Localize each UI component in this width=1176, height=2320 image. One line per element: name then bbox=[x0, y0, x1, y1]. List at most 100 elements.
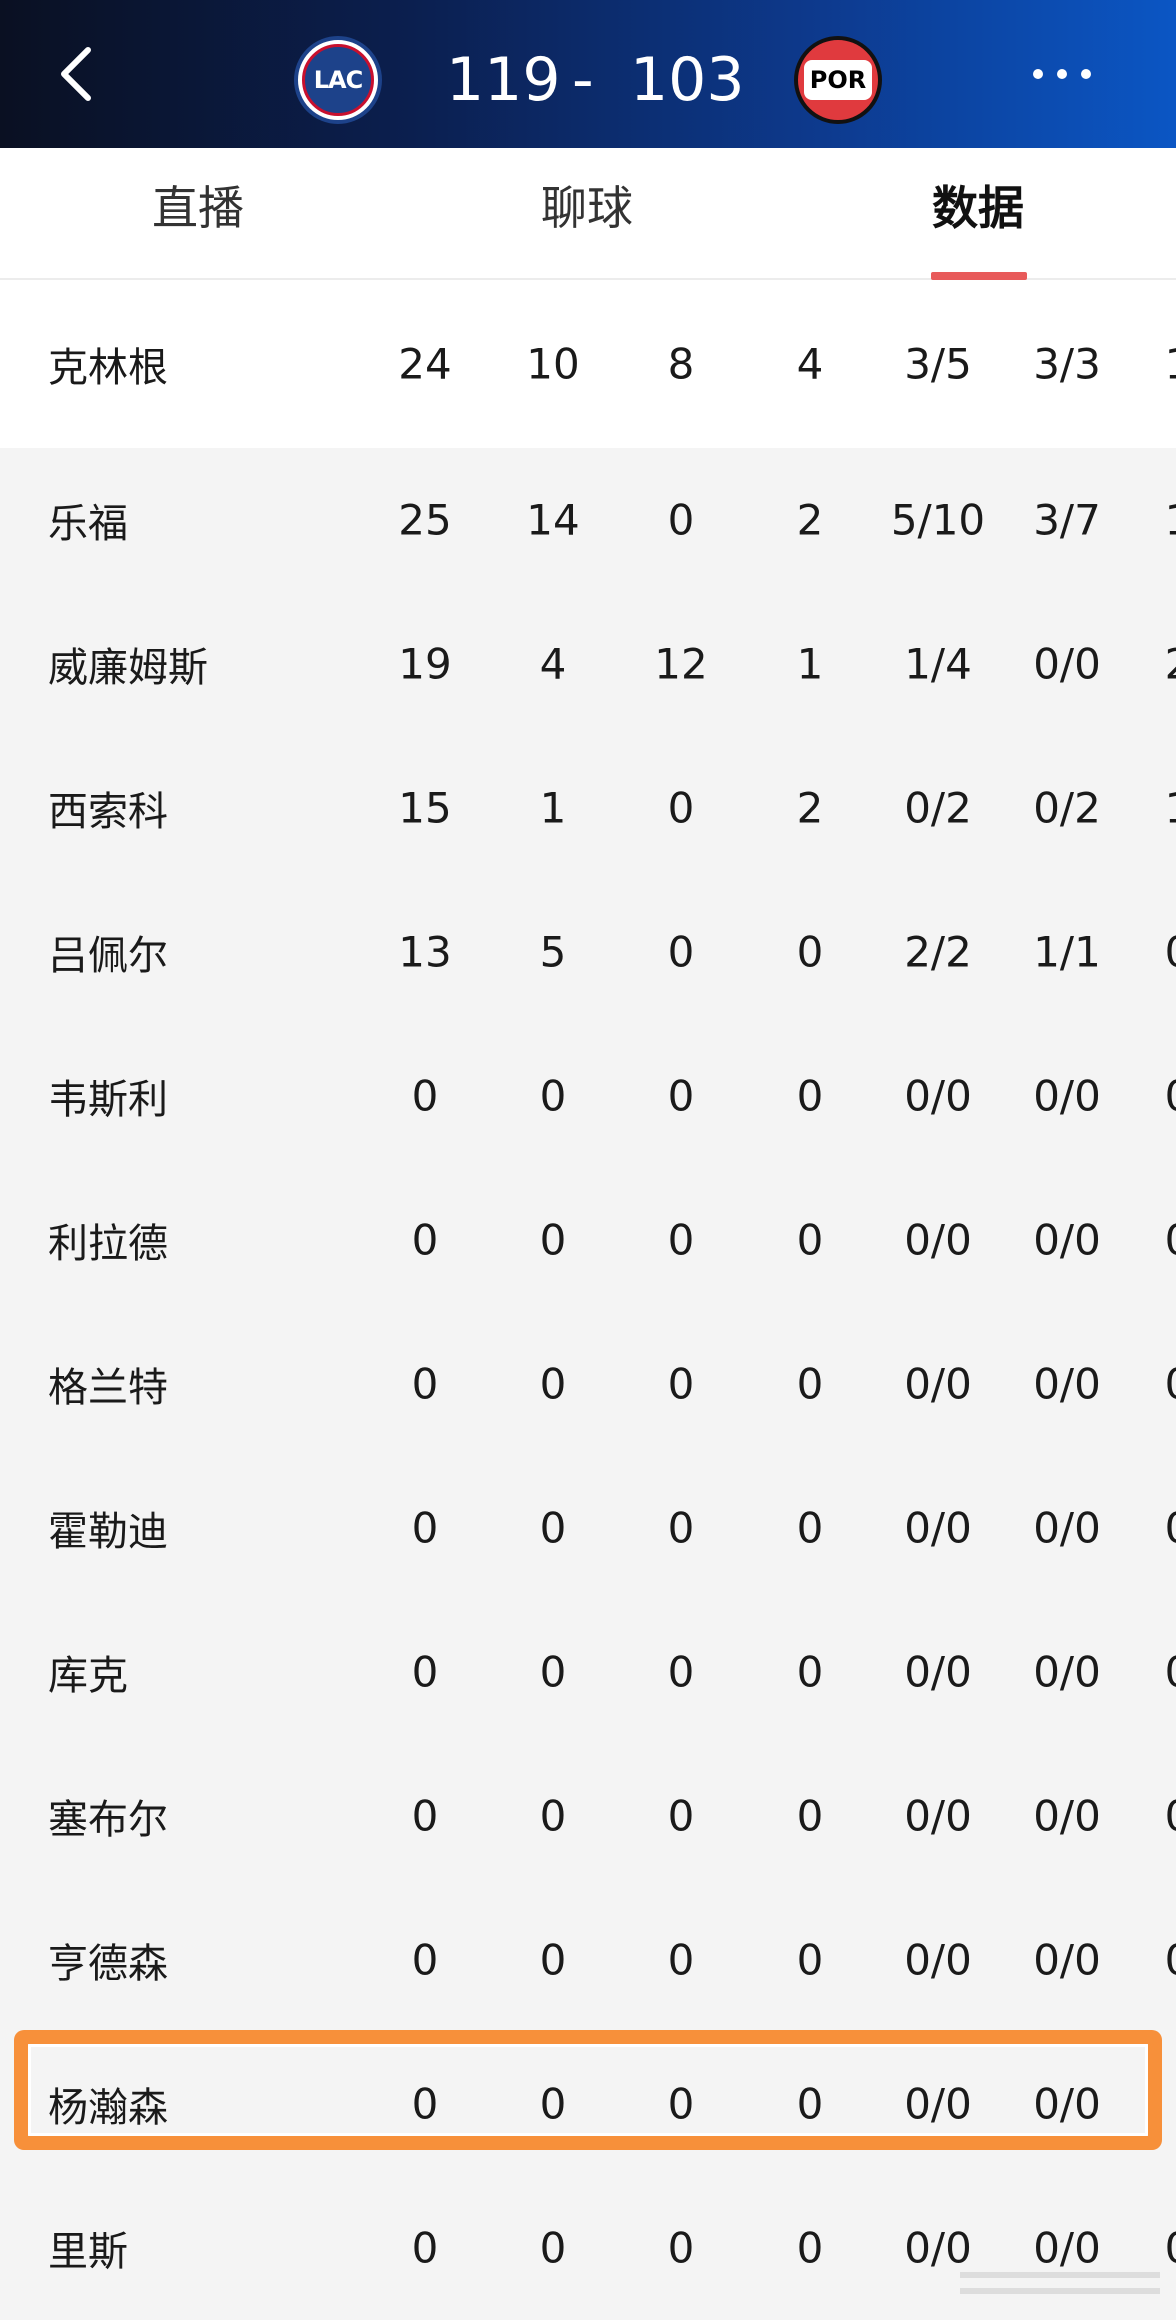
stat-cell: 0 bbox=[667, 1215, 695, 1265]
stat-cell: 0/0 bbox=[1033, 2079, 1101, 2129]
stat-cell: 2 bbox=[1165, 640, 1176, 689]
stat-cell: 0/0 bbox=[904, 1215, 972, 1265]
table-row[interactable]: 利拉德 0 0 0 0 0/0 0/0 0 bbox=[0, 1168, 1176, 1312]
player-name[interactable]: 乐福 bbox=[48, 491, 128, 549]
stat-cell: 0 bbox=[411, 1647, 439, 1697]
player-name[interactable]: 塞布尔 bbox=[48, 1787, 168, 1845]
player-name[interactable]: 库克 bbox=[48, 1643, 128, 1701]
table-row[interactable]: 乐福 25 14 0 2 5/10 3/7 1 bbox=[0, 448, 1176, 592]
stat-cell: 0 bbox=[539, 1359, 567, 1409]
stat-cell: 5/10 bbox=[890, 495, 986, 545]
stat-cell: 0 bbox=[796, 1503, 824, 1553]
stat-cell: 0 bbox=[1165, 1072, 1176, 1121]
stat-cell: 0 bbox=[411, 1791, 439, 1841]
stat-cell: 0 bbox=[411, 1503, 439, 1553]
stat-cell: 0 bbox=[667, 2079, 695, 2129]
stat-cell: 1/1 bbox=[1033, 927, 1101, 977]
stat-cell: 24 bbox=[398, 339, 452, 389]
stat-cell: 0 bbox=[796, 1215, 824, 1265]
more-options-icon[interactable] bbox=[1030, 64, 1094, 84]
away-team-logo[interactable]: POR bbox=[794, 36, 882, 124]
stat-cell: 0/0 bbox=[904, 1791, 972, 1841]
player-name[interactable]: 韦斯利 bbox=[48, 1067, 168, 1125]
stat-cell: 0 bbox=[667, 1935, 695, 1985]
player-name[interactable]: 威廉姆斯 bbox=[48, 635, 208, 693]
stat-cell: 25 bbox=[398, 495, 452, 545]
player-name[interactable]: 西索科 bbox=[48, 779, 168, 837]
player-name[interactable]: 克林根 bbox=[48, 335, 168, 393]
back-arrow-icon[interactable] bbox=[48, 36, 108, 112]
stat-cell: 0 bbox=[1165, 1792, 1176, 1841]
table-row[interactable]: 威廉姆斯 19 4 12 1 1/4 0/0 2 bbox=[0, 592, 1176, 736]
player-name[interactable]: 杨瀚森 bbox=[48, 2075, 168, 2133]
table-row[interactable]: 格兰特 0 0 0 0 0/0 0/0 0 bbox=[0, 1312, 1176, 1456]
table-row[interactable]: 韦斯利 0 0 0 0 0/0 0/0 0 bbox=[0, 1024, 1176, 1168]
stat-cell: 4 bbox=[539, 639, 567, 689]
player-name[interactable]: 里斯 bbox=[48, 2219, 128, 2277]
stat-cell: 4 bbox=[796, 339, 824, 389]
player-name[interactable]: 格兰特 bbox=[48, 1355, 168, 1413]
table-row[interactable]: 霍勒迪 0 0 0 0 0/0 0/0 0 bbox=[0, 1456, 1176, 1600]
player-name[interactable]: 亨德森 bbox=[48, 1931, 168, 1989]
table-row[interactable]: 克林根 24 10 8 4 3/5 3/3 1 bbox=[0, 280, 1176, 448]
table-row[interactable]: 杨瀚森 0 0 0 0 0/0 0/0 bbox=[0, 2032, 1176, 2176]
stat-cell: 3/5 bbox=[904, 339, 972, 389]
player-name[interactable]: 吕佩尔 bbox=[48, 923, 168, 981]
table-row[interactable]: 亨德森 0 0 0 0 0/0 0/0 0 bbox=[0, 1888, 1176, 2032]
stat-cell: 0 bbox=[1165, 1648, 1176, 1697]
stat-cell: 3/3 bbox=[1033, 339, 1101, 389]
stat-cell: 0 bbox=[796, 1935, 824, 1985]
stat-cell: 0/0 bbox=[1033, 1071, 1101, 1121]
stat-cell: 0 bbox=[411, 2223, 439, 2273]
stat-cell: 0 bbox=[411, 1935, 439, 1985]
stat-cell: 1 bbox=[796, 639, 824, 689]
stat-cell: 0 bbox=[667, 1503, 695, 1553]
stat-cell: 0 bbox=[539, 1647, 567, 1697]
stat-cell: 3/7 bbox=[1033, 495, 1101, 545]
player-name[interactable]: 霍勒迪 bbox=[48, 1499, 168, 1557]
stat-cell: 0 bbox=[1165, 2224, 1176, 2273]
home-score: 119 bbox=[446, 45, 561, 115]
stat-cell: 2 bbox=[796, 783, 824, 833]
stat-cell: 0 bbox=[539, 2223, 567, 2273]
tab-chat[interactable]: 聊球 bbox=[536, 178, 638, 238]
stat-cell: 0/0 bbox=[1033, 1503, 1101, 1553]
stat-cell: 0 bbox=[411, 1071, 439, 1121]
stat-cell: 0/0 bbox=[1033, 1791, 1101, 1841]
stat-cell: 1 bbox=[1165, 496, 1176, 545]
tab-active-indicator bbox=[931, 272, 1027, 280]
watermark-icon bbox=[960, 2258, 1160, 2308]
stat-cell: 0 bbox=[667, 1359, 695, 1409]
table-row[interactable]: 塞布尔 0 0 0 0 0/0 0/0 0 bbox=[0, 1744, 1176, 1888]
stat-cell: 2/2 bbox=[904, 927, 972, 977]
stat-cell: 0 bbox=[667, 927, 695, 977]
stat-cell: 0 bbox=[796, 1647, 824, 1697]
stat-cell: 0 bbox=[667, 1647, 695, 1697]
home-team-logo[interactable]: LAC bbox=[294, 36, 382, 124]
player-name[interactable]: 利拉德 bbox=[48, 1211, 168, 1269]
stat-cell: 1 bbox=[1165, 784, 1176, 833]
stat-cell: 0 bbox=[796, 1071, 824, 1121]
table-row[interactable]: 西索科 15 1 0 2 0/2 0/2 1 bbox=[0, 736, 1176, 880]
stat-cell: 0/0 bbox=[1033, 1215, 1101, 1265]
stat-cell: 0 bbox=[667, 1791, 695, 1841]
stat-cell: 0 bbox=[539, 1935, 567, 1985]
stat-cell: 0 bbox=[1165, 1360, 1176, 1409]
stat-cell: 0 bbox=[667, 783, 695, 833]
stat-cell: 0 bbox=[796, 927, 824, 977]
stat-cell: 0/2 bbox=[904, 783, 972, 833]
table-row[interactable]: 吕佩尔 13 5 0 0 2/2 1/1 0 bbox=[0, 880, 1176, 1024]
stat-cell: 13 bbox=[398, 927, 452, 977]
stat-cell: 0 bbox=[796, 1359, 824, 1409]
table-row[interactable]: 库克 0 0 0 0 0/0 0/0 0 bbox=[0, 1600, 1176, 1744]
stat-cell: 0/0 bbox=[904, 1359, 972, 1409]
stat-cell: 12 bbox=[654, 639, 708, 689]
tab-stats[interactable]: 数据 bbox=[928, 178, 1028, 238]
tab-bar: 直播 聊球 数据 bbox=[0, 148, 1176, 280]
stat-cell: 0 bbox=[667, 1071, 695, 1121]
stat-cell: 0 bbox=[1165, 1936, 1176, 1985]
tab-live[interactable]: 直播 bbox=[148, 178, 248, 238]
stat-cell: 15 bbox=[398, 783, 452, 833]
stat-cell: 0 bbox=[1165, 1504, 1176, 1553]
stat-cell: 0/0 bbox=[1033, 639, 1101, 689]
